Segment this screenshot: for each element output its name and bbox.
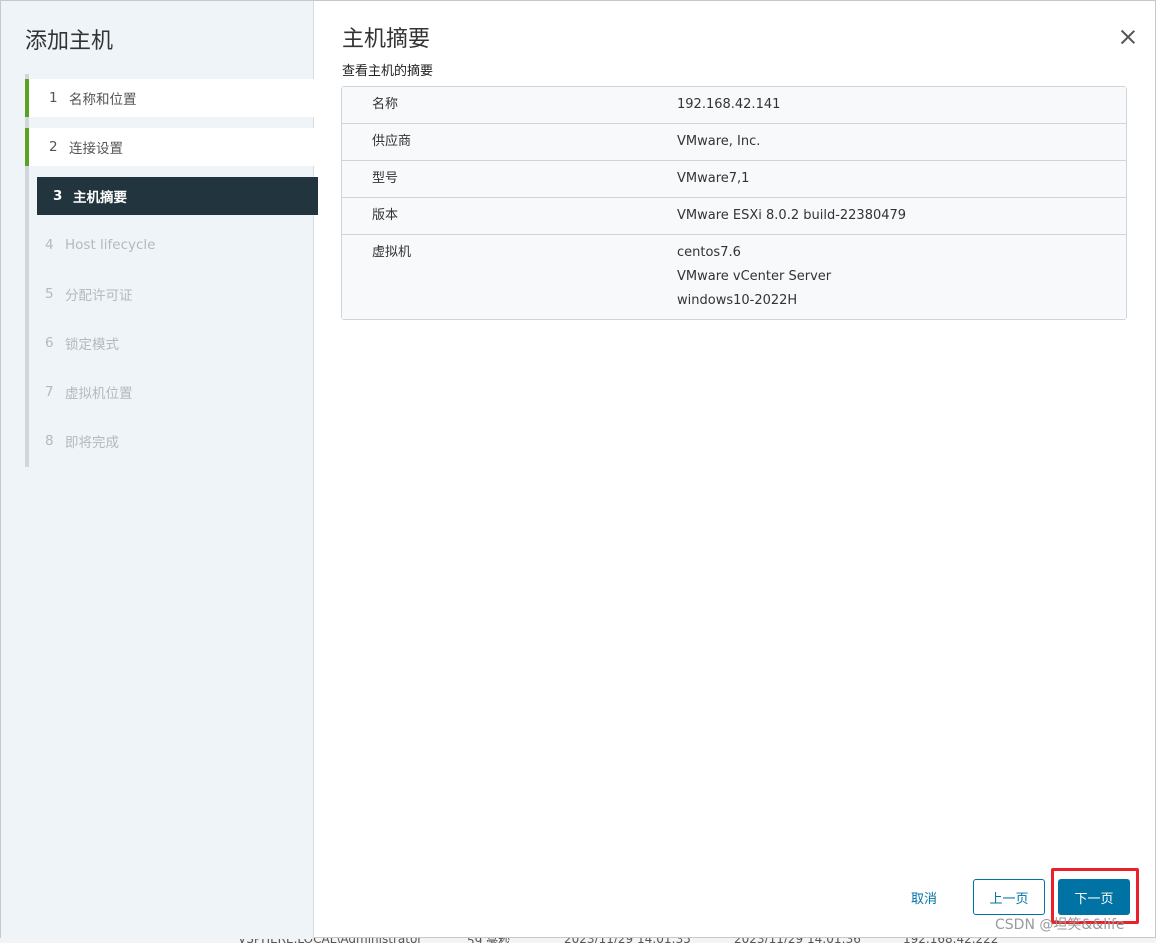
step-label: Host lifecycle [65,237,156,253]
wizard-sidebar: 添加主机 1 名称和位置 2 连接设置 3 主机摘要 4 Host lifecy… [1,1,318,939]
step-lockdown-mode: 6 锁定模式 [45,335,119,353]
host-summary-table: 名称 192.168.42.141 供应商 VMware, Inc. 型号 VM… [341,86,1127,320]
summary-key: 虚拟机 [372,245,412,260]
step-label: 分配许可证 [65,288,133,304]
vm-item: windows10-2022H [677,293,798,308]
step-label: 锁定模式 [65,337,119,353]
summary-value: 192.168.42.141 [677,97,781,112]
wizard-content: 主机摘要 查看主机的摘要 名称 192.168.42.141 供应商 VMwar… [314,1,1155,939]
previous-button[interactable]: 上一页 [973,879,1045,915]
step-label: 连接设置 [69,141,123,157]
step-ready-to-complete: 8 即将完成 [45,433,119,451]
summary-key: 版本 [372,208,399,223]
summary-value: centos7.6 VMware vCenter Server windows1… [677,235,1126,319]
next-button[interactable]: 下一页 [1058,879,1130,915]
summary-row-vms: 虚拟机 centos7.6 VMware vCenter Server wind… [342,235,1126,319]
summary-row-version: 版本 VMware ESXi 8.0.2 build-22380479 [342,198,1126,235]
wizard-title: 添加主机 [25,29,114,54]
step-label: 名称和位置 [69,92,137,108]
step-name-location[interactable]: 1 名称和位置 [25,79,318,117]
step-vm-location: 7 虚拟机位置 [45,384,133,402]
step-host-lifecycle: 4 Host lifecycle [45,237,156,253]
step-connection-settings[interactable]: 2 连接设置 [25,128,318,166]
summary-value: VMware ESXi 8.0.2 build-22380479 [677,208,907,223]
summary-value: VMware, Inc. [677,134,761,149]
summary-row-name: 名称 192.168.42.141 [342,87,1126,124]
vm-item: VMware vCenter Server [677,269,832,284]
cancel-button[interactable]: 取消 [894,879,954,915]
step-assign-license: 5 分配许可证 [45,286,133,304]
step-host-summary[interactable]: 3 主机摘要 [37,177,318,215]
vm-item: centos7.6 [677,245,741,260]
summary-value: VMware7,1 [677,171,750,186]
summary-key: 供应商 [372,134,412,149]
wizard-steps: 1 名称和位置 2 连接设置 3 主机摘要 4 Host lifecycle 5… [25,74,318,467]
page-subtitle: 查看主机的摘要 [342,64,434,79]
page-title: 主机摘要 [342,27,431,52]
summary-key: 名称 [372,97,399,112]
summary-row-vendor: 供应商 VMware, Inc. [342,124,1126,161]
step-label: 虚拟机位置 [65,386,133,402]
watermark: CSDN @坦笑&&life [995,917,1125,933]
add-host-dialog: 添加主机 1 名称和位置 2 连接设置 3 主机摘要 4 Host lifecy… [0,0,1156,939]
close-icon[interactable] [1116,25,1140,49]
step-label: 主机摘要 [73,190,127,206]
step-label: 即将完成 [65,435,119,451]
summary-key: 型号 [372,171,399,186]
summary-row-model: 型号 VMware7,1 [342,161,1126,198]
